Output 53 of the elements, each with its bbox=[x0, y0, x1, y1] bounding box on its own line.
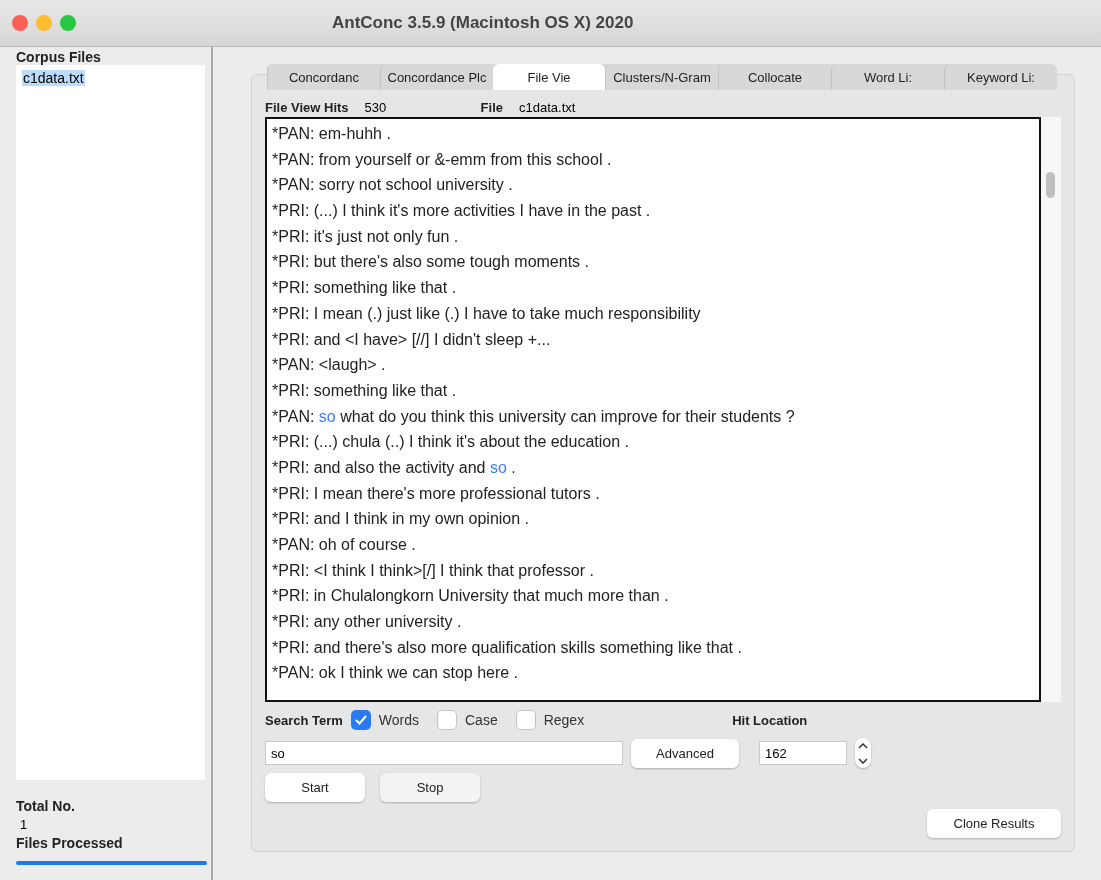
transcript-line: *PAN: em-huhh . bbox=[272, 124, 392, 144]
stop-button[interactable]: Stop bbox=[380, 773, 480, 802]
transcript-line: *PRI: but there's also some tough moments . bbox=[272, 252, 590, 273]
checkbox-label: Case bbox=[465, 712, 498, 728]
transcript-line: *PAN: ok I think we can stop here . bbox=[272, 663, 520, 684]
hit-location-label: Hit Location bbox=[732, 712, 808, 728]
transcript-line: *PRI: any other university . bbox=[272, 612, 463, 633]
transcript-line: *PAN: from yourself or &-emm from this school . bbox=[272, 149, 613, 170]
close-button[interactable] bbox=[12, 15, 28, 31]
transcript-line: *PRI: and also the activity and so . bbox=[272, 457, 517, 478]
total-value: 1 bbox=[19, 816, 29, 834]
transcript-line: *PRI: (...) I think it's more activities I have in the past . bbox=[272, 201, 652, 222]
scrollbar[interactable] bbox=[1041, 117, 1061, 702]
transcript-line: *PAN: <laugh> . bbox=[272, 355, 387, 376]
files-processed-label: Files Processed bbox=[16, 835, 124, 851]
file-label: File bbox=[480, 99, 503, 115]
transcript-line: *PRI: I mean there's more professional tutors . bbox=[272, 483, 601, 504]
transcript-line: *PRI: and <I have> [//] I didn't sleep +... bbox=[272, 329, 552, 350]
checkbox[interactable] bbox=[350, 710, 371, 730]
transcript-line: *PRI: <I think I think>[/] I think that professor . bbox=[272, 560, 595, 581]
hits-value: 530 bbox=[364, 99, 388, 115]
transcript-line: *PRI: it's just not only fun . bbox=[272, 226, 460, 247]
start-button[interactable]: Start bbox=[265, 773, 365, 802]
transcript-line: *PRI: (...) chula (..) I think it's about the education . bbox=[272, 432, 630, 453]
checkbox[interactable] bbox=[437, 710, 457, 730]
tab[interactable]: File Vie bbox=[493, 64, 605, 90]
checkmark-icon bbox=[354, 715, 367, 725]
search-term-field[interactable]: so bbox=[265, 741, 623, 765]
transcript-line: *PAN: oh of course . bbox=[272, 535, 417, 555]
transcript-line: *PRI: and there's also more qualification skills something like that . bbox=[272, 637, 743, 658]
transcript-line: *PRI: and I think in my own opinion . bbox=[272, 509, 531, 530]
stepper[interactable] bbox=[855, 738, 871, 768]
total-label: Total No. bbox=[16, 798, 76, 814]
corpus-files-heading: Corpus Files bbox=[16, 49, 102, 65]
transcript-line: *PRI: something like that . bbox=[272, 380, 458, 401]
hits-label: File View Hits bbox=[265, 99, 349, 115]
search-term-label: Search Term bbox=[265, 712, 343, 728]
advanced-button[interactable]: Advanced bbox=[631, 738, 739, 768]
transcript-line: *PAN: sorry not school university . bbox=[272, 175, 514, 196]
transcript-line: *PAN: so what do you think this university can improve for their students ? bbox=[272, 406, 796, 427]
transcript-line: *PRI: in Chulalongkorn University that much more than . bbox=[272, 586, 670, 607]
file-name: c1data.txt bbox=[519, 99, 576, 115]
zoom-button[interactable] bbox=[60, 15, 76, 31]
window-title: AntConc 3.5.9 (Macintosh OS X) 2020 bbox=[332, 13, 634, 33]
checkbox-label: Words bbox=[378, 712, 419, 728]
checkbox-label: Regex bbox=[543, 712, 585, 728]
minimize-button[interactable] bbox=[36, 15, 52, 31]
hit-location-field[interactable]: 162 bbox=[759, 741, 847, 765]
checkbox[interactable] bbox=[515, 710, 536, 730]
clone-results-button[interactable]: Clone Results bbox=[927, 809, 1061, 838]
transcript-line: *PRI: I mean (.) just like (.) I have to take much responsibility bbox=[272, 303, 702, 324]
transcript-line: *PRI: something like that . bbox=[272, 278, 458, 299]
file-item[interactable]: c1data.txt bbox=[22, 70, 85, 86]
